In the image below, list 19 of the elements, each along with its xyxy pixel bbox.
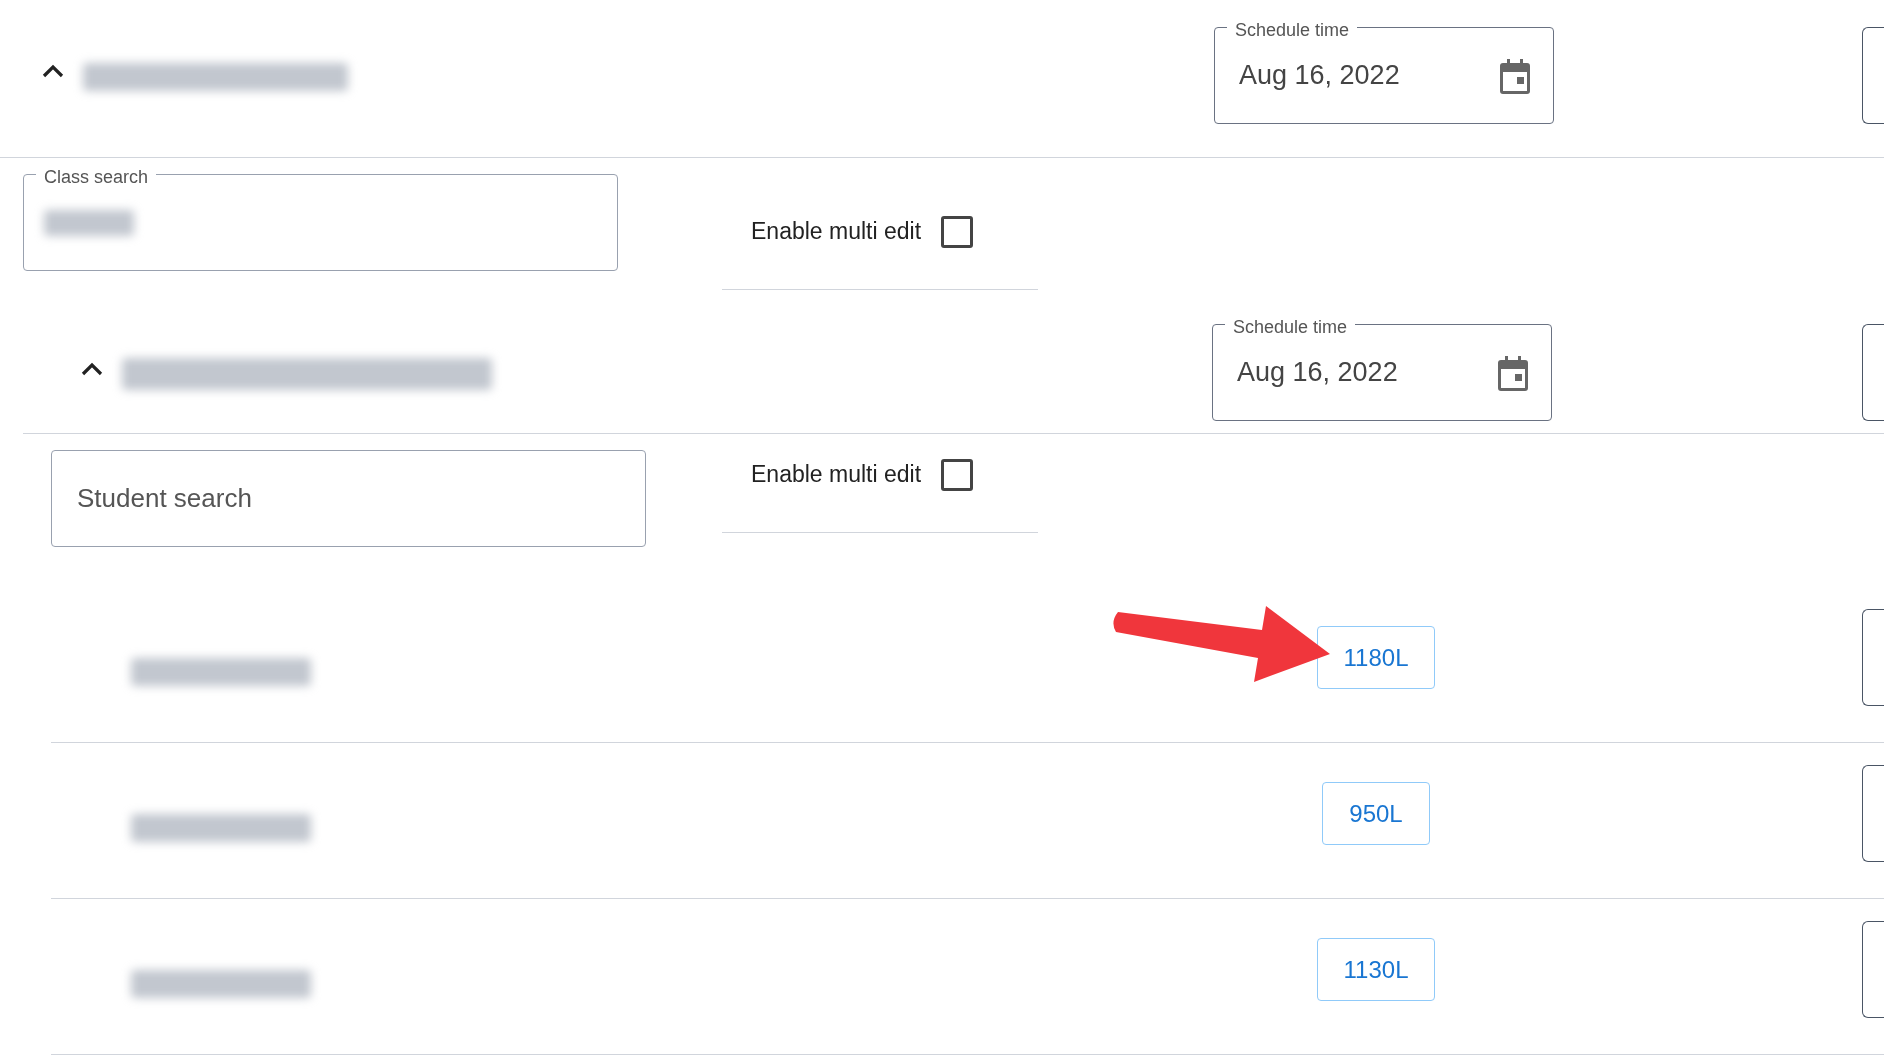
partial-field[interactable]: [1862, 27, 1884, 124]
checkbox[interactable]: [941, 458, 974, 491]
partial-field[interactable]: [1862, 921, 1884, 1018]
score-button[interactable]: 1130L: [1316, 938, 1436, 1001]
partial-field[interactable]: [1862, 765, 1884, 862]
multi-edit-label: Enable multi edit: [751, 217, 922, 247]
date-value: Aug 16, 2022: [1237, 356, 1398, 390]
partial-field[interactable]: [1862, 324, 1884, 421]
multi-edit-label: Enable multi edit: [751, 460, 922, 490]
checkbox[interactable]: [941, 215, 974, 248]
score-button[interactable]: 1180L: [1316, 626, 1436, 689]
calendar-icon[interactable]: [1499, 57, 1531, 94]
date-value: Aug 16, 2022: [1239, 59, 1400, 93]
collapse-caret-icon[interactable]: [80, 361, 104, 377]
partial-field[interactable]: [1862, 609, 1884, 706]
student-search-field[interactable]: Student search: [51, 450, 646, 547]
calendar-icon[interactable]: [1497, 354, 1529, 391]
collapse-caret-icon[interactable]: [41, 62, 65, 79]
score-button[interactable]: 950L: [1322, 782, 1430, 845]
